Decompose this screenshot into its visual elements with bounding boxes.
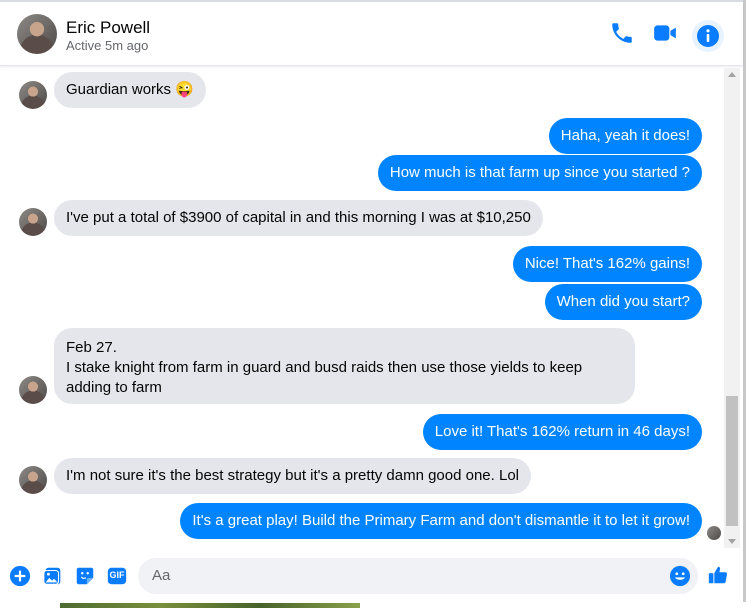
- seen-indicator-avatar: [707, 526, 721, 540]
- plus-icon[interactable]: [9, 565, 31, 587]
- outgoing-message[interactable]: How much is that farm up since you start…: [377, 155, 702, 191]
- contact-avatar[interactable]: [17, 14, 57, 54]
- outgoing-message[interactable]: When did you start?: [544, 284, 702, 320]
- scrollbar[interactable]: [724, 68, 740, 548]
- outgoing-message[interactable]: Haha, yeah it does!: [548, 118, 702, 154]
- message-line: I stake knight from farm in guard and bu…: [66, 359, 583, 396]
- outgoing-message[interactable]: Love it! That's 162% return in 46 days!: [422, 414, 702, 450]
- incoming-message[interactable]: I've put a total of $3900 of capital in …: [54, 200, 543, 236]
- incoming-message[interactable]: Guardian works 😜: [54, 72, 206, 108]
- thumbs-up-icon[interactable]: [707, 564, 731, 588]
- outgoing-message[interactable]: Nice! That's 162% gains!: [512, 246, 702, 282]
- scrollbar-thumb[interactable]: [726, 396, 738, 526]
- message-input-box[interactable]: [138, 558, 698, 594]
- phone-icon[interactable]: [609, 20, 635, 46]
- conversation-header: Eric Powell Active 5m ago: [0, 2, 743, 66]
- sticker-icon[interactable]: [74, 565, 96, 587]
- contact-avatar-small: [19, 376, 47, 404]
- info-button[interactable]: [692, 20, 724, 52]
- photo-icon[interactable]: [42, 565, 64, 587]
- video-camera-icon[interactable]: [652, 20, 678, 46]
- incoming-message[interactable]: Feb 27. I stake knight from farm in guar…: [54, 328, 635, 404]
- outgoing-message[interactable]: It's a great play! Build the Primary Far…: [180, 503, 702, 539]
- scroll-up-arrow-icon[interactable]: [728, 72, 736, 77]
- emoji-icon[interactable]: [669, 565, 691, 587]
- message-input[interactable]: [150, 566, 654, 585]
- gif-icon[interactable]: GIF: [106, 565, 128, 587]
- gif-label: GIF: [109, 570, 125, 580]
- message-line: Feb 27.: [66, 339, 117, 356]
- message-composer: GIF: [0, 552, 743, 602]
- contact-avatar-small: [19, 81, 47, 109]
- contact-avatar-small: [19, 466, 47, 494]
- info-icon: [697, 25, 719, 47]
- message-list[interactable]: Guardian works 😜 Haha, yeah it does! How…: [0, 66, 722, 550]
- contact-name[interactable]: Eric Powell: [66, 18, 150, 38]
- contact-status: Active 5m ago: [66, 38, 149, 53]
- scroll-down-arrow-icon[interactable]: [728, 539, 736, 544]
- incoming-message[interactable]: I'm not sure it's the best strategy but …: [54, 458, 532, 494]
- contact-avatar-small: [19, 208, 47, 236]
- background-strip: [0, 602, 746, 608]
